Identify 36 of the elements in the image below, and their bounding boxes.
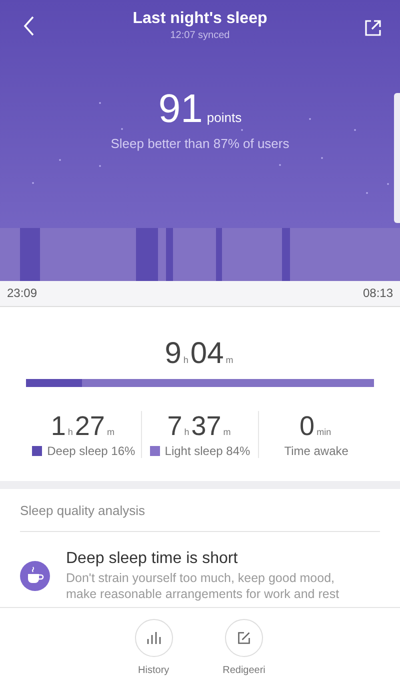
stat-hours: 1 (50, 411, 66, 442)
cup-icon (20, 561, 50, 591)
section-heading: Sleep quality analysis (20, 503, 380, 532)
total-hours: 9 (164, 337, 182, 371)
minutes-unit: m (226, 355, 234, 365)
stat-minutes: 27 (74, 411, 105, 442)
button-label: History (138, 665, 170, 676)
stat-minutes: 37 (191, 411, 222, 442)
sleep-score: 91 (158, 87, 203, 132)
stat-label: Deep sleep 16% (47, 444, 136, 458)
sync-time: 12:07 synced (170, 30, 230, 41)
analysis-title: Deep sleep time is short (66, 550, 239, 568)
stat-unit: m (223, 427, 231, 437)
stat-unit: h (68, 427, 73, 437)
score-unit: points (206, 110, 242, 125)
back-icon[interactable] (22, 15, 36, 37)
page-title: Last night's sleep (132, 10, 268, 28)
stat-label: Light sleep 84% (164, 444, 250, 458)
share-icon[interactable] (364, 19, 382, 37)
analysis-text: Don't strain yourself too much, keep good mood, make reasonable arrangements for work and rest (66, 570, 340, 602)
total-minutes: 04 (190, 337, 224, 371)
history-button[interactable] (134, 619, 173, 657)
bar-chart-icon (146, 631, 161, 645)
stat-unit: min (316, 427, 332, 437)
start-time: 23:09 (7, 286, 38, 300)
end-time: 08:13 (362, 286, 393, 300)
stat-unit: m (106, 427, 114, 437)
stat-hours: 7 (167, 411, 182, 442)
score-caption: Sleep better than 87% of users (110, 136, 290, 151)
edit-button[interactable] (225, 619, 263, 657)
stat-value: 0 (300, 411, 315, 442)
stat-unit: h (184, 427, 190, 437)
button-label: Redigeeri (222, 665, 266, 676)
edit-icon (237, 631, 251, 645)
stat-label: Time awake (284, 444, 348, 458)
hours-unit: h (183, 355, 188, 365)
